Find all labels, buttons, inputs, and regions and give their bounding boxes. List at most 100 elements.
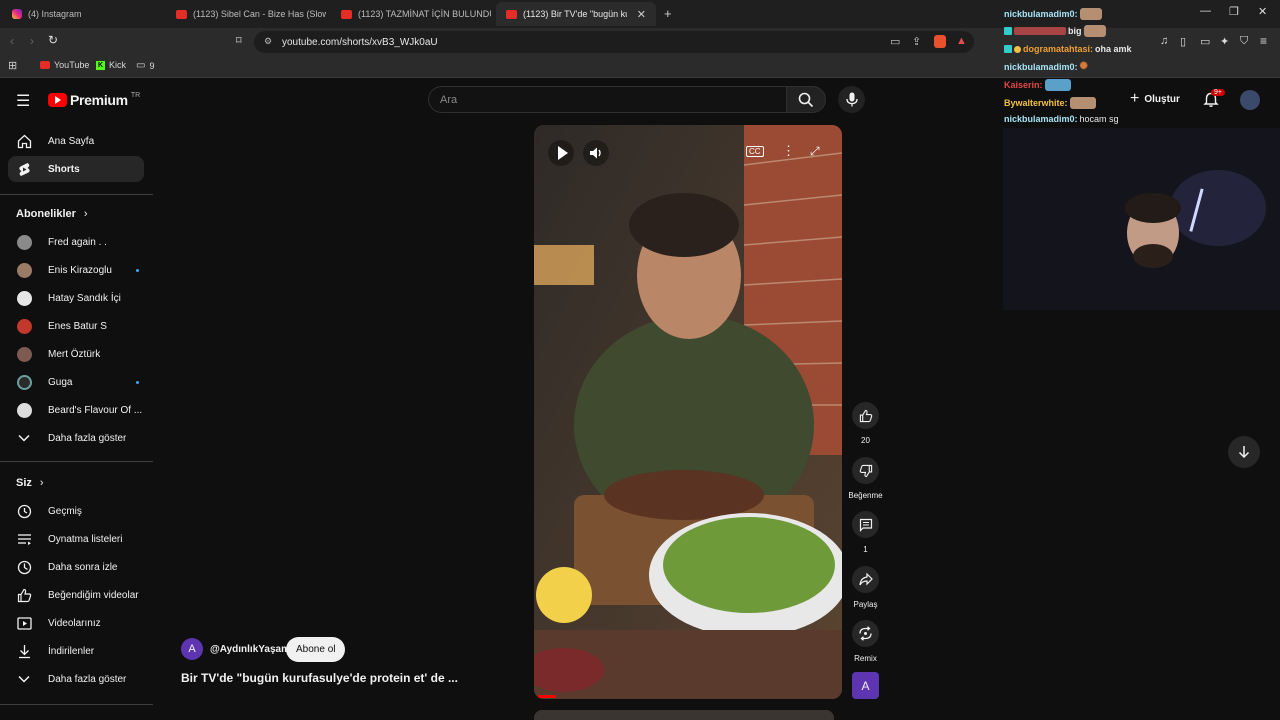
sidebar-item-subscription[interactable]: Enes Batur S bbox=[8, 313, 144, 339]
apps-grid-icon[interactable]: ⊞ bbox=[8, 59, 17, 72]
show-more-subscriptions[interactable]: Daha fazla göster bbox=[8, 425, 144, 451]
share-icon[interactable]: ⇪ bbox=[912, 35, 921, 48]
fullscreen-icon[interactable]: ⤢ bbox=[810, 144, 820, 159]
play-button[interactable] bbox=[548, 140, 574, 166]
short-video-player[interactable]: CC ⋮ ⤢ bbox=[534, 125, 842, 699]
search-input[interactable]: Ara bbox=[428, 86, 786, 113]
share-label: Paylaş bbox=[853, 600, 878, 609]
sidebar-item-subscription[interactable]: Enis Kirazoglu bbox=[8, 257, 144, 283]
search-icon bbox=[798, 92, 814, 107]
captions-icon[interactable]: CC bbox=[746, 146, 764, 157]
sidebar-item-label: Oynatma listeleri bbox=[48, 533, 123, 545]
bookmark-kick[interactable]: K Kick bbox=[96, 60, 126, 70]
sidebar-item-label: Enes Batur S bbox=[48, 320, 107, 332]
share-icon bbox=[858, 573, 873, 586]
sidebar-item-playlists[interactable]: Oynatma listeleri bbox=[8, 526, 144, 552]
next-short-button[interactable] bbox=[1228, 436, 1260, 468]
sidebar-item-label: Ana Sayfa bbox=[48, 135, 95, 147]
bookmark-icon[interactable]: ⌑ bbox=[236, 34, 242, 47]
dislike-button[interactable] bbox=[852, 457, 879, 484]
clock-icon bbox=[16, 559, 32, 575]
arrow-down-icon bbox=[1238, 446, 1250, 459]
forward-icon[interactable]: › bbox=[30, 34, 34, 48]
bookmark-youtube[interactable]: YouTube bbox=[40, 60, 89, 70]
next-short-preview[interactable] bbox=[534, 710, 834, 720]
cast-icon[interactable]: ▭ bbox=[890, 35, 900, 48]
close-tab-icon[interactable]: ✕ bbox=[637, 8, 646, 21]
youtube-icon bbox=[40, 61, 50, 69]
new-content-dot bbox=[136, 268, 139, 272]
site-info-icon[interactable]: ⚙ bbox=[264, 36, 272, 47]
sidebar-item-label: Daha sonra izle bbox=[48, 561, 118, 573]
instagram-icon bbox=[12, 9, 22, 19]
channel-avatar bbox=[17, 262, 32, 278]
chat-emote-icon: ✺ bbox=[1079, 61, 1088, 72]
sidebar-item-subscription[interactable]: Beard's Flavour Of ... bbox=[8, 397, 144, 423]
chat-message: nickbulamadim0: bbox=[1004, 8, 1102, 20]
sidebar-item-history[interactable]: Geçmiş bbox=[8, 498, 144, 524]
sidebar-item-label: Fred again . . bbox=[48, 236, 107, 248]
channel-handle[interactable]: @AydınlıkYaşam bbox=[210, 644, 290, 655]
sidebar-item-subscription[interactable]: Fred again . . bbox=[8, 229, 144, 255]
like-button[interactable] bbox=[852, 402, 879, 429]
bookmark-folder[interactable]: ▭ 9 bbox=[136, 60, 154, 71]
remix-button[interactable] bbox=[852, 620, 879, 647]
new-tab-plus-icon[interactable]: + bbox=[664, 6, 672, 21]
sidebar-item-subscription[interactable]: Guga bbox=[8, 369, 144, 395]
sidebar-item-label: Mert Öztürk bbox=[48, 348, 101, 360]
sidebar-item-watch-later[interactable]: Daha sonra izle bbox=[8, 554, 144, 580]
address-bar[interactable]: ⚙ youtube.com/shorts/xvB3_WJk0aU ▭ ⇪ ▲ bbox=[254, 31, 974, 53]
search-button[interactable] bbox=[786, 86, 826, 113]
sidebar-item-shorts[interactable]: Shorts bbox=[8, 156, 144, 182]
sidebar-item-label: Guga bbox=[48, 376, 73, 388]
section-title: Siz bbox=[16, 477, 32, 489]
tab-youtube-tazminat[interactable]: (1123) TAZMİNAT İÇİN BULUNDUĞU bbox=[331, 2, 491, 26]
chat-username: nickbulamadim0: bbox=[1004, 9, 1078, 19]
chat-text: hocam sg bbox=[1079, 114, 1119, 124]
sidebar-item-home[interactable]: Ana Sayfa bbox=[8, 128, 144, 154]
tab-title: (1123) TAZMİNAT İÇİN BULUNDUĞU bbox=[358, 9, 491, 19]
badge-icon bbox=[1014, 45, 1021, 53]
reload-icon[interactable]: ↻ bbox=[48, 33, 58, 47]
subscribe-button[interactable]: Abone ol bbox=[286, 637, 346, 662]
sidebar-item-downloads[interactable]: İndirilenler bbox=[8, 638, 144, 664]
sidebar-item-liked-videos[interactable]: Beğendiğim videolar bbox=[8, 582, 144, 608]
comments-button[interactable] bbox=[852, 511, 879, 538]
tab-instagram[interactable]: (4) Instagram bbox=[2, 2, 162, 26]
brave-shield-icon[interactable] bbox=[934, 35, 946, 48]
brave-rewards-icon[interactable]: ▲ bbox=[956, 35, 967, 47]
like-icon bbox=[859, 409, 872, 422]
channel-avatar[interactable]: A bbox=[181, 638, 203, 660]
subscriptions-header[interactable]: Abonelikler › bbox=[16, 208, 88, 220]
bookmark-label: Kick bbox=[109, 60, 127, 70]
tab-youtube-active[interactable]: (1123) Bir TV'de "bugün kurufas ✕ bbox=[496, 2, 656, 26]
sidebar-item-subscription[interactable]: Hatay Sandık İçi bbox=[8, 285, 144, 311]
channel-avatar bbox=[17, 346, 32, 362]
tab-youtube-sibel-can[interactable]: (1123) Sibel Can - Bize Has (Slowed bbox=[166, 2, 326, 26]
short-title[interactable]: Bir TV'de "bugün kurufasulye'de protein … bbox=[181, 671, 458, 685]
download-icon bbox=[16, 643, 32, 659]
voice-search-button[interactable] bbox=[838, 86, 865, 113]
channel-avatar-small[interactable]: A bbox=[852, 672, 879, 699]
more-options-icon[interactable]: ⋮ bbox=[782, 143, 795, 159]
channel-avatar bbox=[17, 402, 32, 418]
sidebar-item-subscription[interactable]: Mert Öztürk bbox=[8, 341, 144, 367]
show-more-you[interactable]: Daha fazla göster bbox=[8, 666, 144, 692]
sidebar-item-your-videos[interactable]: Videolarınız bbox=[8, 610, 144, 636]
you-header[interactable]: Siz › bbox=[16, 477, 44, 489]
badge-icon bbox=[1004, 27, 1012, 35]
chat-message: Kaiserin: bbox=[1004, 79, 1071, 91]
sidebar-divider bbox=[0, 704, 153, 705]
shorts-icon bbox=[16, 161, 32, 177]
video-frame-image bbox=[534, 125, 842, 699]
share-button[interactable] bbox=[852, 566, 879, 593]
video-progress-bar[interactable] bbox=[538, 695, 556, 698]
volume-button[interactable] bbox=[583, 140, 609, 166]
play-icon bbox=[557, 146, 568, 160]
sidebar-item-label: İndirilenler bbox=[48, 645, 95, 657]
remix-icon bbox=[859, 626, 872, 641]
back-icon[interactable]: ‹ bbox=[10, 34, 14, 48]
sidebar-divider bbox=[0, 461, 153, 462]
chevron-down-icon bbox=[16, 671, 32, 687]
folder-icon: ▭ bbox=[136, 60, 146, 71]
